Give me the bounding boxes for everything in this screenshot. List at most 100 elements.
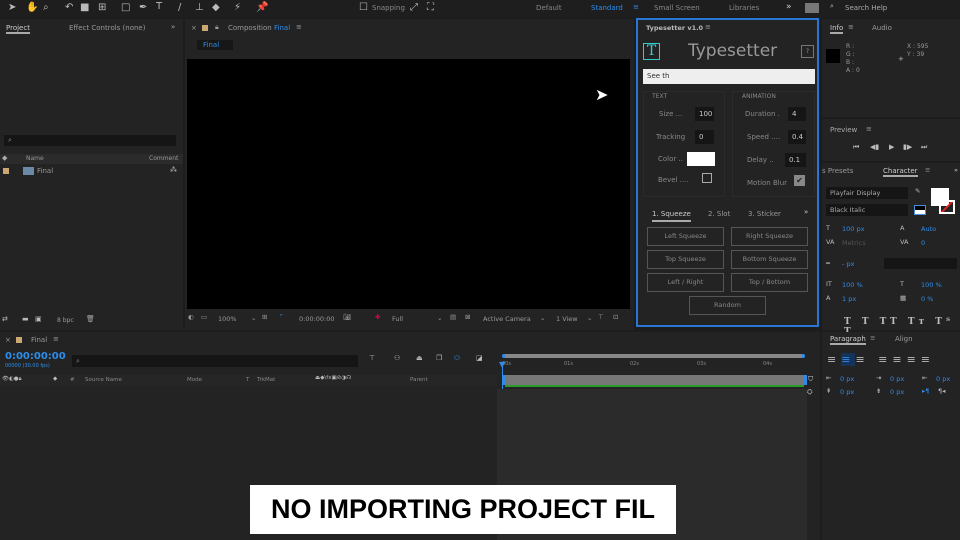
tracking-field[interactable]: 0 [695, 130, 714, 144]
panel-menu-icon[interactable]: ≡ [53, 335, 59, 343]
resolution-dropdown[interactable]: Full [392, 315, 403, 323]
col-parent[interactable]: Parent [410, 377, 428, 383]
more-tabs-icon[interactable]: » [804, 208, 808, 216]
motion-blur-checkbox[interactable]: ✔ [794, 175, 805, 186]
work-area-bar[interactable] [502, 375, 807, 385]
type-tool-icon[interactable]: T [156, 0, 162, 14]
close-tab-icon[interactable]: × [191, 24, 197, 32]
resolution-icon[interactable]: ⊞ [262, 313, 267, 321]
lock-icon[interactable]: 🔒︎ [215, 23, 219, 32]
col-comment[interactable]: Comment [149, 155, 178, 162]
tab-sticker[interactable]: 3. Sticker [748, 210, 781, 218]
comp-subtab[interactable]: Final [197, 40, 234, 50]
left-squeeze-button[interactable]: Left Squeeze [647, 227, 724, 246]
size-field[interactable]: 100 [695, 107, 714, 121]
comp-button-icon[interactable]: ⛭ [807, 388, 813, 397]
search-help-input[interactable]: Search Help [845, 4, 887, 12]
frame-blending-icon[interactable]: ❐ [436, 354, 442, 362]
rotate-tool-icon[interactable]: ↶ [65, 1, 73, 15]
stroke-width-value[interactable]: - px [842, 260, 854, 268]
random-button[interactable]: Random [689, 296, 766, 315]
tab-audio[interactable]: Audio [872, 24, 892, 32]
snapping-checkbox[interactable]: ☐ [359, 1, 368, 15]
tab-effect-controls[interactable]: Effect Controls (none) [69, 24, 145, 32]
right-squeeze-button[interactable]: Right Squeeze [731, 227, 808, 246]
tab-align[interactable]: Align [895, 335, 913, 343]
camera-tool-icon[interactable]: ■ [80, 1, 89, 15]
composition-tab-prefix[interactable]: Composition [228, 24, 272, 32]
rtl-direction-icon[interactable]: ¶◂ [938, 387, 945, 395]
pen-tool-icon[interactable]: ✒ [139, 1, 147, 15]
comp-mini-flowchart-icon[interactable]: ⊤ [369, 354, 375, 362]
panel-menu-icon[interactable]: ≡ [925, 166, 930, 174]
tab-info[interactable]: Info [830, 24, 844, 34]
trash-icon[interactable]: 🗑 [86, 315, 95, 323]
workspace-standard[interactable]: Standard [591, 4, 623, 12]
help-button[interactable]: ? [801, 45, 814, 58]
panel-menu-icon[interactable]: ≡ [870, 334, 875, 342]
new-folder-icon[interactable]: ▬ [22, 315, 29, 323]
brush-tool-icon[interactable]: / [178, 1, 181, 15]
alignment-buttons[interactable]: ≡≡≡ ≡≡≡≡ [827, 353, 935, 366]
tab-squeeze[interactable]: 1. Squeeze [652, 210, 691, 222]
comp-marker-bin-icon[interactable]: ⛉ [808, 375, 813, 384]
eraser-tool-icon[interactable]: ◆ [212, 1, 220, 15]
close-tab-icon[interactable]: × [5, 336, 11, 344]
vertical-scale-value[interactable]: 100 % [842, 281, 863, 289]
rectangle-tool-icon[interactable]: □ [121, 1, 130, 15]
tab-effects-presets[interactable]: s Presets [822, 167, 853, 175]
left-right-button[interactable]: Left / Right [647, 273, 724, 292]
first-frame-icon[interactable]: ⏮ [853, 143, 859, 152]
interpret-footage-icon[interactable]: ⇄ [2, 315, 8, 323]
clone-stamp-tool-icon[interactable]: ⊥ [195, 1, 204, 15]
puppet-tool-icon[interactable]: 📌 [256, 1, 268, 15]
tracking-value[interactable]: 0 [921, 239, 925, 247]
toggle-pixel-aspect-icon[interactable]: ⊤ [598, 313, 604, 321]
timeline-tab[interactable]: Final [31, 336, 47, 344]
panel-expand-icon[interactable]: » [171, 23, 175, 31]
tab-project[interactable]: Project [6, 24, 30, 34]
motion-blur-icon[interactable]: ⬭ [454, 354, 460, 363]
indent-left-value[interactable]: 0 px [840, 375, 854, 383]
snapshot-icon[interactable]: 📷︎ [343, 313, 351, 321]
tsume-value[interactable]: 0 % [921, 295, 933, 303]
eyedropper-icon[interactable]: ✎ [915, 187, 920, 195]
baseline-shift-value[interactable]: 1 px [842, 295, 856, 303]
viewer-timecode[interactable]: 0:00:00:00 [299, 315, 335, 323]
layer-search-input[interactable]: ⌕ [72, 355, 358, 367]
monitor-icon[interactable]: ▭ [201, 313, 207, 321]
snap-icon[interactable]: ⤢ [410, 1, 418, 15]
col-trkmat[interactable]: TrkMat [257, 377, 275, 383]
delay-field[interactable]: 0.1 [785, 153, 806, 167]
new-composition-icon[interactable]: ▣ [35, 315, 42, 323]
last-frame-icon[interactable]: ⏭ [921, 143, 927, 152]
top-bottom-button[interactable]: Top / Bottom [731, 273, 808, 292]
top-squeeze-button[interactable]: Top Squeeze [647, 250, 724, 269]
hand-tool-icon[interactable]: ✋ [26, 1, 38, 15]
duration-field[interactable]: 4 [788, 107, 806, 121]
space-after-value[interactable]: 0 px [890, 388, 904, 396]
shy-layers-icon[interactable]: ⏏ [416, 354, 423, 362]
more-tabs-icon[interactable]: » [954, 166, 958, 174]
pan-behind-tool-icon[interactable]: ⊞ [98, 1, 106, 15]
tab-character[interactable]: Character [883, 167, 918, 177]
indent-first-value[interactable]: 0 px [936, 375, 950, 383]
flowchart-icon[interactable]: ⁂ [170, 166, 177, 174]
camera-dropdown[interactable]: Active Camera [483, 315, 531, 323]
color-swatch[interactable] [687, 152, 715, 166]
col-mode[interactable]: Mode [187, 377, 202, 383]
workspace-small-screen[interactable]: Small Screen [654, 4, 700, 12]
always-preview-icon[interactable]: ◐ [188, 313, 194, 321]
font-size-value[interactable]: 100 px [842, 225, 864, 233]
previous-frame-icon[interactable]: ◀▮ [870, 143, 879, 151]
col-source-name[interactable]: Source Name [85, 377, 122, 383]
timeline-timecode[interactable]: 0:00:00:00 [5, 351, 66, 362]
zoom-tool-icon[interactable]: ⌕ [43, 1, 49, 15]
speed-field[interactable]: 0.4 [788, 130, 806, 144]
panel-menu-icon[interactable]: ≡ [705, 23, 711, 31]
workspace-libraries[interactable]: Libraries [729, 4, 759, 12]
text-input[interactable]: See th [643, 69, 815, 84]
composition-tab-name[interactable]: Final [274, 24, 290, 32]
color-channels-icon[interactable]: ✤ [375, 313, 380, 321]
panel-menu-icon[interactable]: ≡ [296, 23, 302, 31]
